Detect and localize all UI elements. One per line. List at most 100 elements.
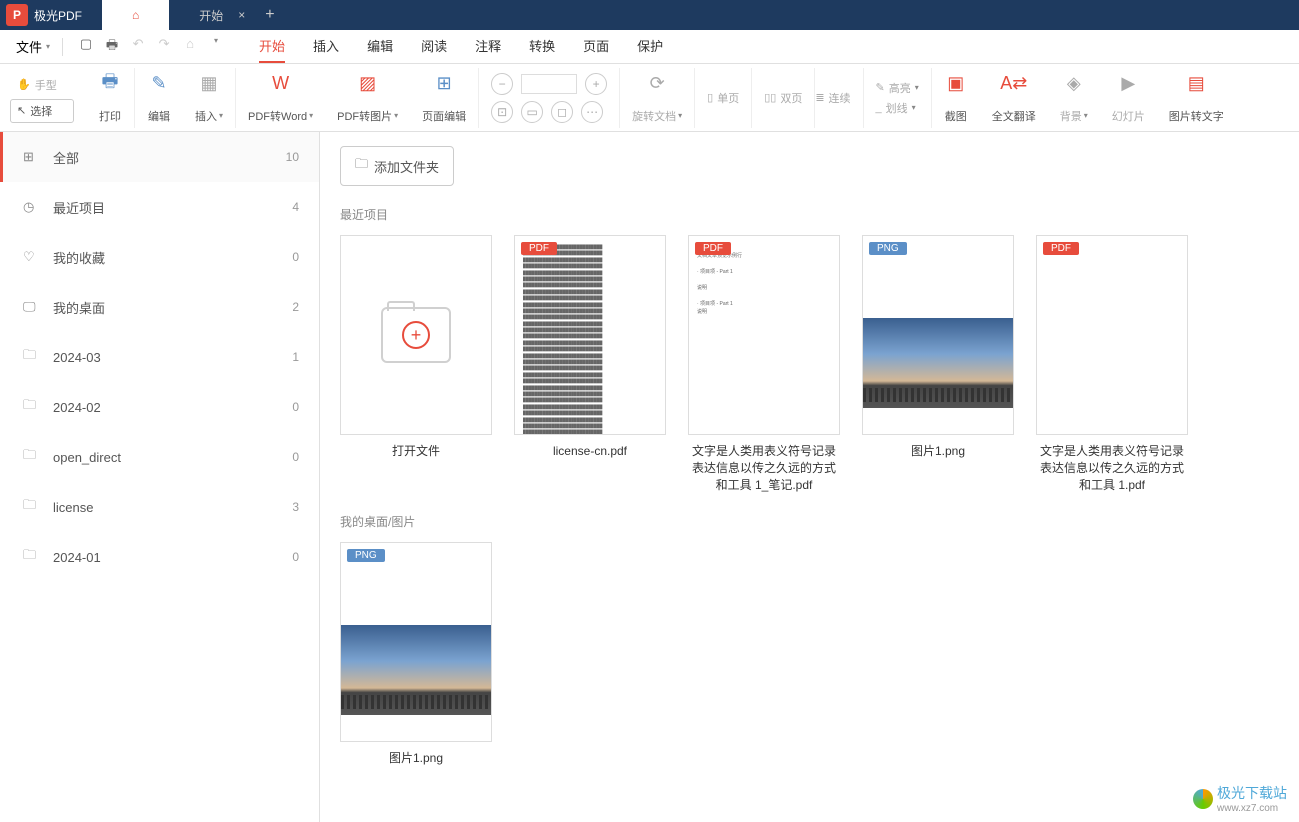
- menu-tab-insert[interactable]: 插入: [313, 30, 339, 63]
- file-name: 文字是人类用表义符号记录表达信息以传之久远的方式和工具 1.pdf: [1036, 443, 1188, 493]
- img-to-text-button[interactable]: ▤图片转文字: [1157, 68, 1236, 128]
- menu-tab-read[interactable]: 阅读: [421, 30, 447, 63]
- section-title: 最近项目: [340, 206, 1279, 223]
- sidebar-item-2[interactable]: ♡我的收藏0: [0, 232, 319, 282]
- folder-icon: 🗀: [23, 446, 43, 468]
- zoom-group: − + ⊡ ▭ ◻ ⋯: [479, 68, 620, 128]
- translate-icon: A⇄: [1002, 72, 1026, 96]
- highlight-button[interactable]: ✎高亮▾: [876, 80, 919, 96]
- ribbon: ✋手型 ↖选择 🖶打印 ✎编辑 ▦插入▾ WPDF转Word▾ ▨PDF转图片▾…: [0, 64, 1299, 132]
- file-thumbnail: PDF: [1036, 235, 1188, 435]
- menu-tab-protect[interactable]: 保护: [637, 30, 663, 63]
- close-icon[interactable]: ×: [238, 8, 245, 22]
- file-card[interactable]: +打开文件: [340, 235, 492, 493]
- titlebar: P 极光PDF ⌂ 开始 × +: [0, 0, 1299, 30]
- quick-access-toolbar: ▢ 🖶 ↶ ↷ ⌂ ▾: [67, 36, 235, 58]
- file-menu[interactable]: 文件 ▾: [8, 33, 58, 60]
- pdf-to-image-button[interactable]: ▨PDF转图片▾: [325, 68, 410, 128]
- hand-mode-button[interactable]: ✋手型: [10, 73, 74, 97]
- continuous-icon: ≣: [815, 91, 824, 104]
- menu-tab-start[interactable]: 开始: [259, 30, 285, 63]
- file-thumbnail: PDF标题文本示例文档文本预览示例行· 项目项 - Part 1说明· 项目项 …: [688, 235, 840, 435]
- print-icon: 🖶: [98, 72, 122, 96]
- continuous-button[interactable]: ≣连续: [815, 90, 850, 106]
- sidebar-item-0[interactable]: ⊞全部10: [0, 132, 319, 182]
- file-card[interactable]: PNG图片1.png: [340, 542, 492, 767]
- file-card[interactable]: PDF█████████████████████████████████████…: [514, 235, 666, 493]
- page-edit-button[interactable]: ⊞页面编辑: [410, 68, 479, 128]
- grid-icon: ⊞: [23, 149, 43, 165]
- slideshow-icon: ▶: [1116, 72, 1140, 96]
- file-thumbnail: PDF█████████████████████████████████████…: [514, 235, 666, 435]
- menu-tab-convert[interactable]: 转换: [529, 30, 555, 63]
- sidebar-item-8[interactable]: 🗀2024-010: [0, 532, 319, 582]
- zoom-in-button[interactable]: +: [585, 73, 607, 95]
- tab-home[interactable]: ⌂: [102, 0, 169, 30]
- home-quick-icon[interactable]: ⌂: [181, 36, 199, 58]
- file-grid: PNG图片1.png: [340, 542, 1279, 767]
- sidebar: ⊞全部10◷最近项目4♡我的收藏0🖵我的桌面2🗀2024-031🗀2024-02…: [0, 132, 320, 822]
- app-logo: P: [6, 4, 28, 26]
- edit-button[interactable]: ✎编辑: [135, 68, 183, 128]
- select-mode-button[interactable]: ↖选择: [10, 99, 74, 123]
- zoom-more-button[interactable]: ⋯: [581, 101, 603, 123]
- double-page-button[interactable]: ▯▯双页: [764, 90, 802, 106]
- screenshot-button[interactable]: ▣截图: [932, 68, 980, 128]
- hand-icon: ✋: [17, 78, 31, 91]
- sidebar-item-5[interactable]: 🗀2024-020: [0, 382, 319, 432]
- fit-width-button[interactable]: ⊡: [491, 101, 513, 123]
- single-page-button[interactable]: ▯单页: [707, 90, 739, 106]
- slideshow-button[interactable]: ▶幻灯片: [1100, 68, 1157, 128]
- edit-icon: ✎: [147, 72, 171, 96]
- annotate-group: ✎高亮▾ _划线▾: [864, 68, 932, 128]
- folder-icon: 🗀: [23, 546, 43, 568]
- folder-icon: 🗀: [23, 346, 43, 368]
- rotate-button[interactable]: ⟳旋转文档▾: [620, 68, 695, 128]
- actual-size-button[interactable]: ◻: [551, 101, 573, 123]
- undo-icon[interactable]: ↶: [129, 36, 147, 58]
- watermark: 极光下载站 www.xz7.com: [1193, 783, 1287, 814]
- underline-icon: _: [876, 102, 882, 114]
- highlight-icon: ✎: [876, 81, 885, 94]
- pdf-to-word-button[interactable]: WPDF转Word▾: [236, 68, 325, 128]
- content: 🗀 添加文件夹 最近项目 +打开文件PDF████████████████████…: [320, 132, 1299, 822]
- open-icon[interactable]: ▢: [77, 36, 95, 58]
- print-button[interactable]: 🖶打印: [86, 68, 135, 128]
- caret-icon: ▾: [46, 42, 50, 51]
- menu-tab-page[interactable]: 页面: [583, 30, 609, 63]
- underline-button[interactable]: _划线▾: [876, 100, 919, 116]
- word-icon: W: [269, 72, 293, 96]
- background-button[interactable]: ◈背景▾: [1048, 68, 1100, 128]
- tab-label: 开始: [199, 7, 223, 24]
- cursor-icon: ↖: [17, 104, 26, 117]
- zoom-out-button[interactable]: −: [491, 73, 513, 95]
- menu-tab-annotate[interactable]: 注释: [475, 30, 501, 63]
- file-grid: +打开文件PDF████████████████████████████████…: [340, 235, 1279, 493]
- sidebar-item-3[interactable]: 🖵我的桌面2: [0, 282, 319, 332]
- heart-icon: ♡: [23, 249, 43, 265]
- fit-page-button[interactable]: ▭: [521, 101, 543, 123]
- new-tab-button[interactable]: +: [253, 6, 286, 24]
- add-folder-button[interactable]: 🗀 添加文件夹: [340, 146, 454, 186]
- file-card[interactable]: PDF标题文本示例文档文本预览示例行· 项目项 - Part 1说明· 项目项 …: [688, 235, 840, 493]
- sidebar-item-7[interactable]: 🗀license3: [0, 482, 319, 532]
- double-icon: ▯▯: [764, 91, 776, 104]
- file-card[interactable]: PDF 文字是人类用表义符号记录表达信息以传之久远的方式和工具 1.pdf: [1036, 235, 1188, 493]
- file-thumbnail: PNG: [862, 235, 1014, 435]
- page-edit-icon: ⊞: [432, 72, 456, 96]
- file-name: 文字是人类用表义符号记录表达信息以传之久远的方式和工具 1_笔记.pdf: [688, 443, 840, 493]
- sidebar-item-6[interactable]: 🗀open_direct0: [0, 432, 319, 482]
- sidebar-item-4[interactable]: 🗀2024-031: [0, 332, 319, 382]
- insert-button[interactable]: ▦插入▾: [183, 68, 236, 128]
- sidebar-item-1[interactable]: ◷最近项目4: [0, 182, 319, 232]
- zoom-input[interactable]: [521, 74, 577, 94]
- qat-caret-icon[interactable]: ▾: [207, 36, 225, 58]
- tab-start[interactable]: 开始 ×: [169, 0, 253, 30]
- menu-tab-edit[interactable]: 编辑: [367, 30, 393, 63]
- redo-icon[interactable]: ↷: [155, 36, 173, 58]
- screenshot-icon: ▣: [944, 72, 968, 96]
- home-icon: ⌂: [132, 8, 139, 22]
- file-card[interactable]: PNG图片1.png: [862, 235, 1014, 493]
- translate-button[interactable]: A⇄全文翻译: [980, 68, 1048, 128]
- save-icon[interactable]: 🖶: [103, 36, 121, 58]
